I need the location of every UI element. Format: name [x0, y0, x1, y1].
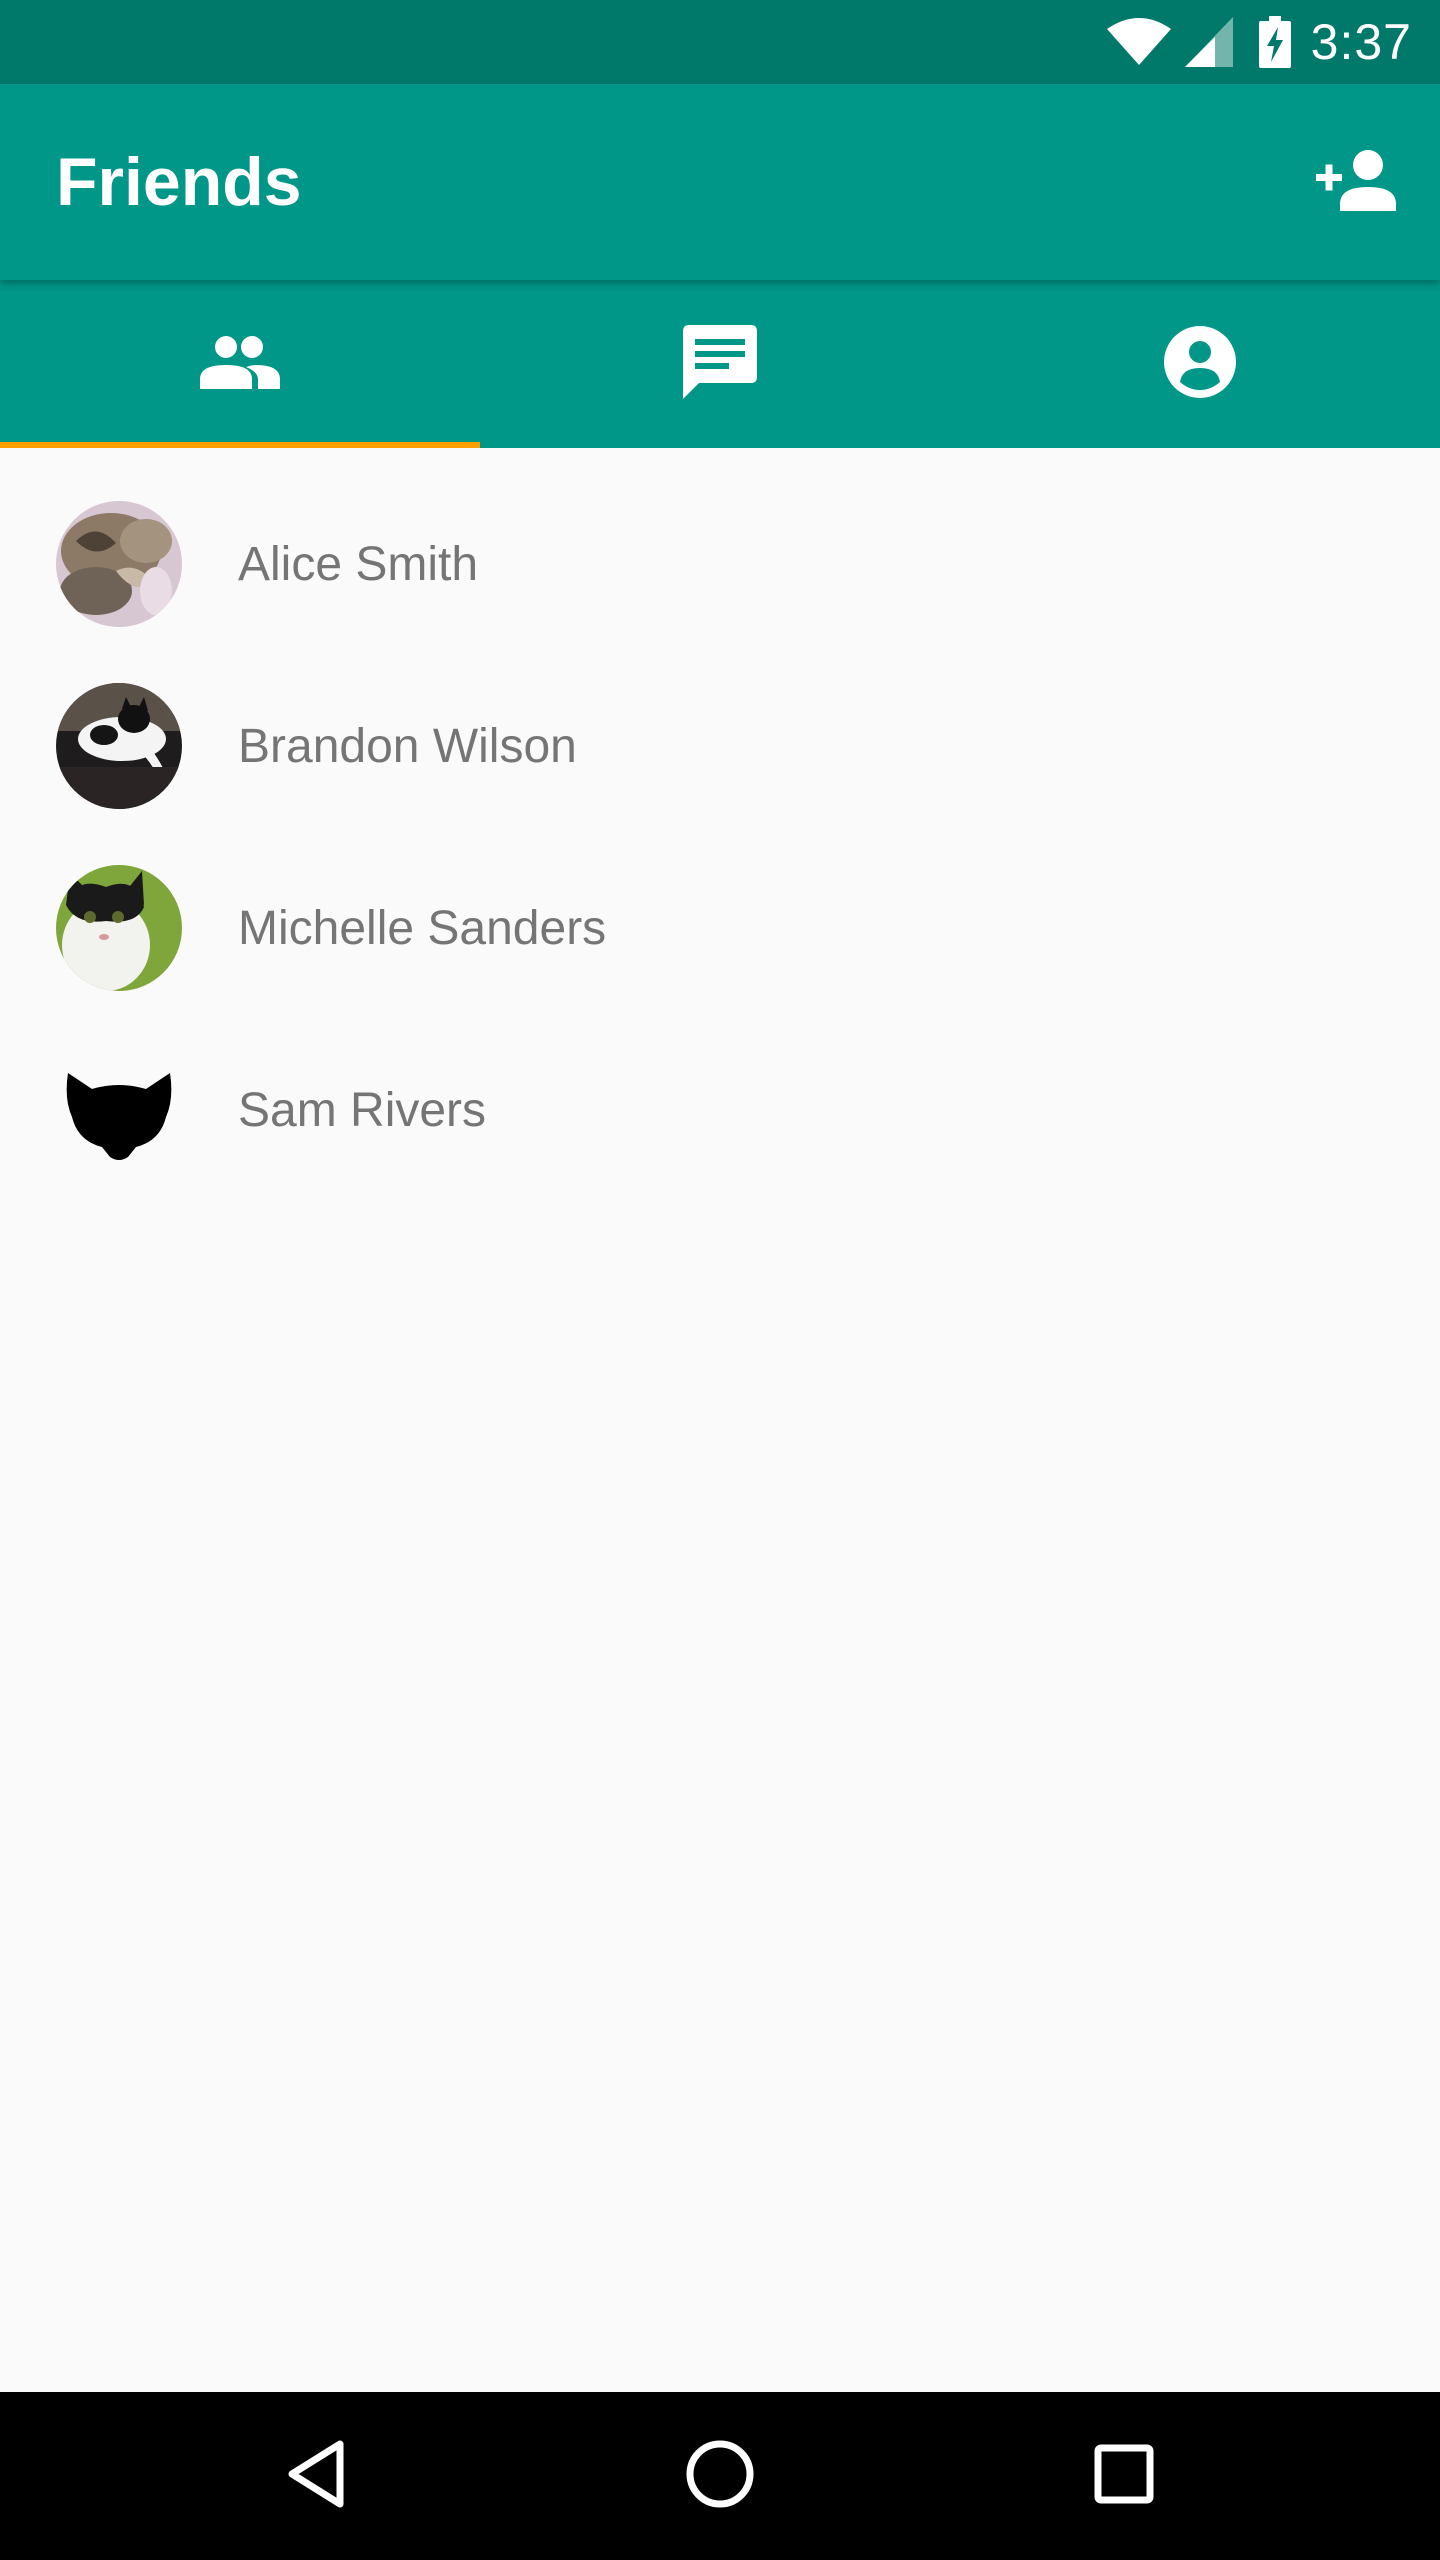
friend-name: Sam Rivers: [238, 1083, 487, 1137]
tab-friends[interactable]: [0, 280, 480, 448]
status-bar: 3:37: [0, 0, 1440, 84]
wifi-icon: [1106, 17, 1171, 67]
add-person-icon: [1316, 149, 1396, 216]
chat-icon: [683, 324, 757, 404]
cell-signal-icon: [1184, 17, 1233, 67]
app-bar: Friends: [0, 84, 1440, 280]
back-button[interactable]: [266, 2426, 366, 2526]
friend-name: Alice Smith: [238, 537, 479, 591]
list-item[interactable]: Alice Smith: [0, 473, 1440, 655]
account-circle-icon: [1164, 325, 1236, 403]
page-title: Friends: [56, 144, 302, 220]
status-time: 3:37: [1310, 14, 1412, 70]
system-nav-bar: [0, 2392, 1440, 2560]
recents-button[interactable]: [1074, 2426, 1174, 2526]
tab-bar: [0, 280, 1440, 448]
friend-name: Brandon Wilson: [238, 719, 577, 773]
home-icon: [685, 2439, 755, 2514]
back-icon: [286, 2439, 346, 2514]
home-button[interactable]: [670, 2426, 770, 2526]
list-item[interactable]: Michelle Sanders: [0, 837, 1440, 1019]
people-icon: [200, 335, 280, 394]
avatar: [56, 865, 182, 991]
friends-screen: 3:37 Friends Alice Smith Brandon Wilson …: [0, 0, 1440, 2560]
tab-selected-indicator: [0, 442, 480, 448]
tab-chat[interactable]: [480, 280, 960, 448]
avatar: [56, 683, 182, 809]
avatar: [56, 501, 182, 627]
add-friend-button[interactable]: [1308, 142, 1404, 222]
recents-icon: [1094, 2444, 1154, 2509]
list-item[interactable]: Sam Rivers: [0, 1019, 1440, 1201]
cat-silhouette-icon: [56, 1047, 182, 1173]
list-item[interactable]: Brandon Wilson: [0, 655, 1440, 837]
tab-profile[interactable]: [960, 280, 1440, 448]
battery-charging-icon: [1258, 16, 1291, 68]
status-icons: 3:37: [1106, 0, 1440, 84]
friend-list: Alice Smith Brandon Wilson Michelle Sand…: [0, 448, 1440, 1201]
friend-name: Michelle Sanders: [238, 901, 607, 955]
